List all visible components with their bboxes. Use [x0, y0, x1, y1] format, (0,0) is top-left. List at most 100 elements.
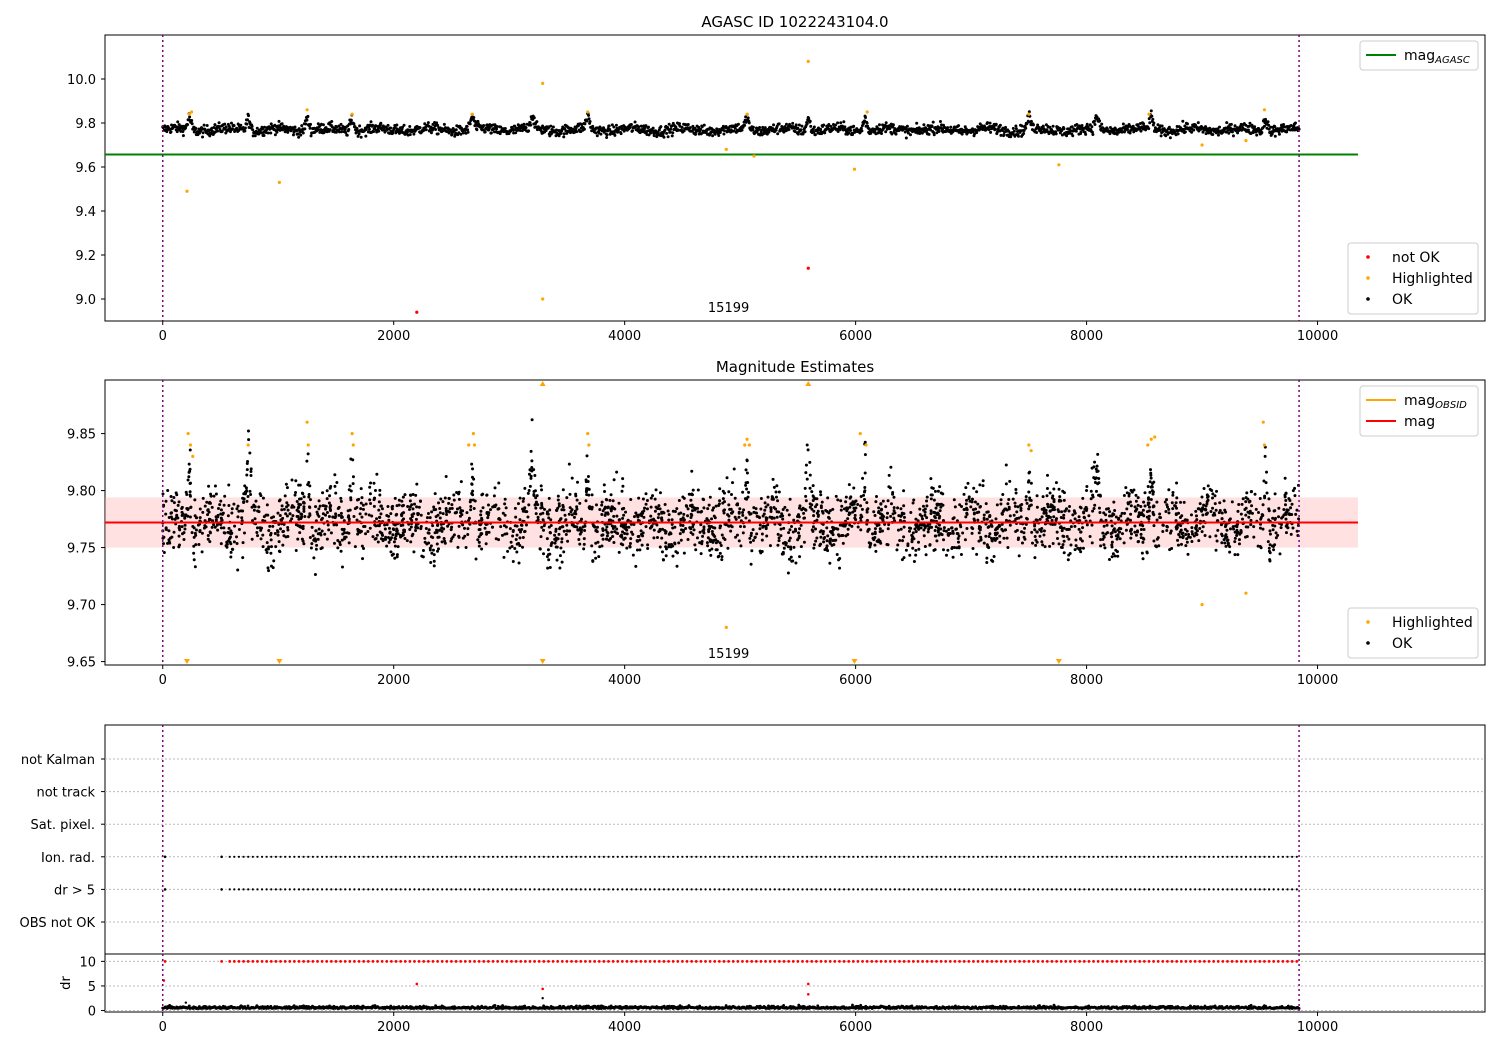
- ok-point: [691, 488, 695, 492]
- highlighted-point: [185, 189, 189, 193]
- ok-point: [1129, 512, 1133, 516]
- ok-point: [1148, 121, 1152, 125]
- ok-point: [662, 135, 666, 139]
- ok-point: [391, 527, 395, 531]
- ok-point: [898, 539, 902, 543]
- ok-point: [1224, 510, 1228, 514]
- ok-point: [740, 128, 744, 132]
- ok-point: [264, 548, 268, 552]
- ok-point: [932, 510, 936, 514]
- ok-point: [480, 516, 484, 520]
- ok-point: [631, 553, 635, 557]
- ok-point: [852, 486, 856, 490]
- ok-point: [484, 542, 488, 546]
- ok-point: [169, 495, 173, 499]
- ok-point: [643, 506, 647, 510]
- ok-point: [1052, 487, 1056, 491]
- ok-point: [1222, 499, 1226, 503]
- ok-point: [731, 481, 735, 485]
- ok-point: [884, 121, 888, 125]
- ok-point: [308, 498, 312, 502]
- ok-point: [950, 547, 954, 551]
- ok-point: [1261, 513, 1265, 517]
- ok-point: [811, 529, 815, 533]
- ok-point: [249, 470, 253, 474]
- ok-point: [798, 527, 802, 531]
- ok-point: [737, 539, 741, 543]
- ok-point: [901, 539, 905, 543]
- ok-point: [1295, 508, 1299, 512]
- ok-point: [624, 510, 628, 514]
- ok-point: [1004, 125, 1008, 129]
- ok-point: [1043, 545, 1047, 549]
- ok-point: [444, 507, 448, 511]
- ok-point: [294, 490, 298, 494]
- ok-point: [1171, 491, 1175, 495]
- ok-point: [587, 493, 591, 497]
- ok-point: [186, 478, 190, 482]
- ok-point: [1200, 495, 1204, 499]
- ok-point: [1255, 133, 1259, 137]
- ok-point: [601, 537, 605, 541]
- ok-point: [1216, 133, 1220, 137]
- ok-point: [889, 465, 893, 469]
- ok-point: [386, 505, 390, 509]
- ok-point: [305, 459, 309, 463]
- ok-point: [414, 493, 418, 497]
- ok-point: [1197, 539, 1201, 543]
- ok-point: [232, 124, 236, 128]
- ok-point: [823, 535, 827, 539]
- ok-point: [1152, 524, 1156, 528]
- ok-point: [1289, 532, 1293, 536]
- ok-point: [1135, 529, 1139, 533]
- ok-point: [1142, 500, 1146, 504]
- ok-point: [284, 482, 288, 486]
- ok-point: [646, 543, 650, 547]
- ok-point: [874, 500, 878, 504]
- ok-point: [1175, 527, 1179, 531]
- ok-point: [590, 493, 594, 497]
- ok-point: [1237, 503, 1241, 507]
- ok-point: [169, 130, 173, 134]
- ok-point: [402, 123, 406, 127]
- ok-point: [513, 506, 517, 510]
- ok-point: [1127, 492, 1131, 496]
- ok-point: [227, 483, 231, 487]
- ok-point: [744, 483, 748, 487]
- ok-point: [444, 475, 448, 479]
- ok-point: [586, 474, 590, 478]
- ok-point: [280, 504, 284, 508]
- ok-point: [791, 530, 795, 534]
- ok-point: [927, 132, 931, 136]
- ok-point: [1218, 501, 1222, 505]
- ok-point: [1045, 517, 1049, 521]
- ok-point: [1195, 529, 1199, 533]
- ok-point: [1014, 127, 1018, 131]
- ok-point: [302, 495, 306, 499]
- ok-point: [511, 534, 515, 538]
- ok-point: [463, 534, 467, 538]
- ok-point: [212, 494, 216, 498]
- ok-point: [837, 558, 841, 562]
- ok-point: [1237, 542, 1241, 546]
- ok-point: [826, 496, 830, 500]
- highlighted-point: [305, 108, 309, 112]
- ok-point: [1019, 508, 1023, 512]
- ok-point: [523, 486, 527, 490]
- ok-point: [190, 531, 194, 535]
- ok-point: [1073, 548, 1077, 552]
- ok-point: [782, 526, 786, 530]
- ok-point: [352, 122, 356, 126]
- ok-point: [600, 533, 604, 537]
- ok-point: [775, 484, 779, 488]
- ok-point: [1085, 485, 1089, 489]
- highlighted-point: [752, 154, 756, 158]
- ok-point: [670, 124, 674, 128]
- ok-point: [1120, 532, 1124, 536]
- ok-point: [794, 561, 798, 565]
- ok-point: [752, 506, 756, 510]
- ok-point: [1117, 526, 1121, 530]
- ok-point: [180, 532, 184, 536]
- ok-point: [379, 512, 383, 516]
- ok-point: [1006, 502, 1010, 506]
